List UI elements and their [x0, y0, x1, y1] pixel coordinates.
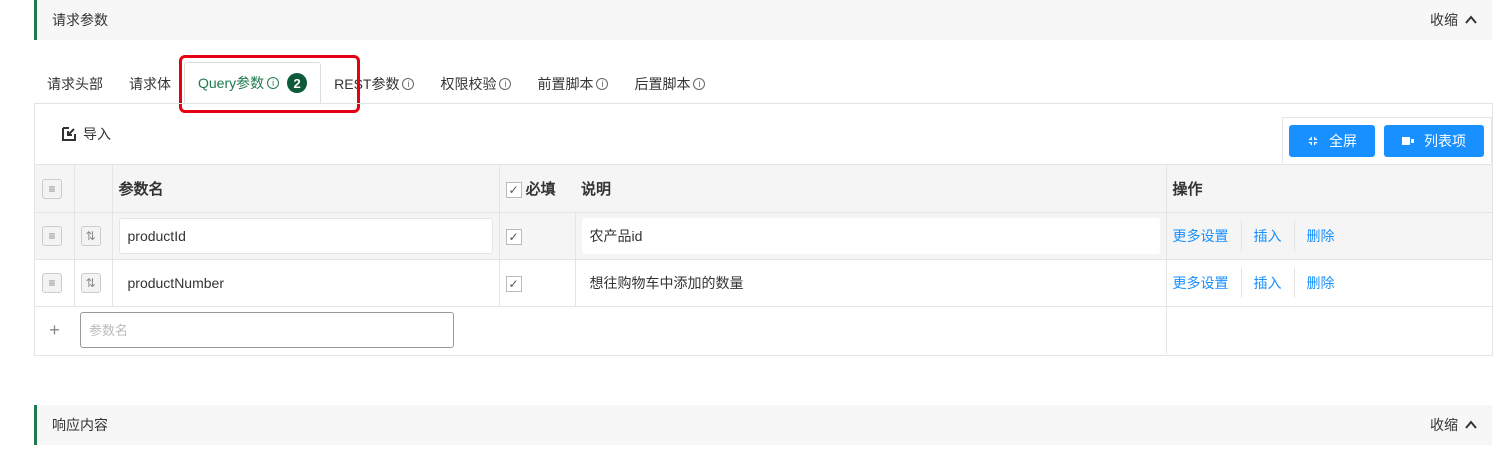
- required-checkbox[interactable]: ✓: [505, 275, 522, 292]
- drag-handle-icon[interactable]: ⇅: [80, 273, 101, 293]
- section-title: 请求参数: [52, 12, 108, 28]
- column-header-description: 说明: [575, 164, 1167, 213]
- tab-label: 请求体: [129, 76, 171, 92]
- param-name-input[interactable]: productId: [118, 218, 493, 254]
- tab-label: 后置脚本: [634, 76, 691, 92]
- insert-link[interactable]: 插入: [1240, 268, 1294, 298]
- actions-cell: 更多设置 插入 删除: [1166, 212, 1492, 260]
- info-icon: i: [499, 78, 512, 90]
- actions-cell: 更多设置 插入 删除: [1166, 259, 1492, 307]
- collapse-label: 收缩: [1430, 12, 1458, 28]
- drag-handle-icon[interactable]: ⇅: [80, 226, 101, 246]
- column-header-required: ✓ 必填: [499, 164, 575, 213]
- row-menu-cell: ≡: [35, 259, 75, 307]
- request-params-header: 请求参数 收缩: [34, 0, 1492, 40]
- column-header-actions: 操作: [1166, 164, 1492, 213]
- description-input[interactable]: 想往购物车中添加的数量: [581, 265, 1160, 301]
- tab-label: 请求头部: [47, 76, 103, 92]
- menu-icon[interactable]: ≡: [42, 178, 62, 199]
- required-cell: ✓: [499, 259, 576, 307]
- drag-column-header: [74, 164, 113, 213]
- collapse-label: 收缩: [1430, 417, 1458, 433]
- info-icon: i: [596, 78, 609, 90]
- import-icon: [62, 127, 76, 141]
- info-icon: i: [402, 78, 415, 90]
- column-header-name: 参数名: [112, 164, 500, 213]
- fullscreen-icon: [1308, 136, 1318, 146]
- collapse-toggle[interactable]: 收缩: [1430, 10, 1478, 30]
- new-param-name-input[interactable]: [80, 312, 454, 349]
- name-cell: productNumber: [112, 259, 500, 307]
- import-label: 导入: [83, 126, 111, 142]
- columns-label: 列表项: [1424, 133, 1466, 149]
- table-row: ≡ ⇅ productId ✓ 农产品id 更多设置 插入 删除: [35, 212, 1492, 260]
- tab-label: 前置脚本: [537, 76, 594, 92]
- param-name-input[interactable]: productNumber: [119, 265, 493, 301]
- required-cell: ✓: [499, 212, 576, 260]
- more-settings-link[interactable]: 更多设置: [1173, 221, 1241, 251]
- required-label: 必填: [525, 181, 556, 198]
- row-menu-cell: ≡: [35, 212, 75, 260]
- new-param-cell: [74, 306, 1167, 354]
- chevron-up-icon: [1465, 420, 1477, 429]
- fullscreen-button[interactable]: 全屏: [1289, 125, 1375, 157]
- tab-pre-script[interactable]: 前置脚本 i: [524, 64, 621, 104]
- drag-cell: ⇅: [74, 212, 113, 260]
- response-content-header: 响应内容 收缩: [34, 405, 1492, 445]
- required-all-checkbox[interactable]: ✓: [505, 182, 522, 199]
- tab-headers[interactable]: 请求头部: [34, 64, 116, 104]
- toolbar: 导入 全屏 列表项: [35, 104, 1492, 164]
- table-row: ≡ ⇅ productNumber ✓ 想往购物车中添加的数量 更多设置 插入 …: [35, 259, 1492, 307]
- delete-link[interactable]: 删除: [1293, 268, 1347, 298]
- more-settings-link[interactable]: 更多设置: [1173, 268, 1241, 298]
- tab-post-script[interactable]: 后置脚本 i: [621, 64, 718, 104]
- description-cell: 农产品id: [575, 212, 1167, 260]
- insert-link[interactable]: 插入: [1240, 221, 1294, 251]
- columns-icon: [1402, 137, 1414, 145]
- table-header-row: ≡ 参数名 ✓ 必填 说明 操作: [35, 164, 1492, 213]
- add-row-icon[interactable]: +: [35, 306, 74, 354]
- chevron-up-icon: [1465, 15, 1477, 24]
- delete-link[interactable]: 删除: [1293, 221, 1347, 251]
- description-cell: 想往购物车中添加的数量: [575, 259, 1167, 307]
- info-icon: i: [693, 78, 706, 90]
- fullscreen-label: 全屏: [1329, 133, 1357, 149]
- name-cell: productId: [112, 212, 500, 260]
- select-all-cell: ≡: [35, 164, 75, 213]
- required-checkbox[interactable]: ✓: [505, 228, 522, 245]
- description-input[interactable]: 农产品id: [581, 218, 1160, 254]
- param-tabs: 请求头部 请求体 Query参数 i 2 REST参数 i 权限校验 i 前置脚本 i…: [34, 62, 718, 104]
- params-table: ≡ 参数名 ✓ 必填 说明 操作 ≡ ⇅ productId ✓ 农产品id 更…: [35, 164, 1492, 354]
- drag-cell: ⇅: [74, 259, 113, 307]
- toolbar-right: 全屏 列表项: [1282, 117, 1492, 163]
- tab-auth[interactable]: 权限校验 i: [427, 64, 524, 104]
- columns-button[interactable]: 列表项: [1384, 125, 1484, 157]
- menu-icon[interactable]: ≡: [42, 273, 62, 293]
- new-row-actions-cell: [1166, 306, 1492, 354]
- section-title: 响应内容: [52, 417, 108, 433]
- import-button[interactable]: 导入: [61, 124, 111, 144]
- tab-label: 权限校验: [440, 76, 497, 92]
- new-row: +: [35, 306, 1492, 354]
- query-params-panel: 导入 全屏 列表项 ≡ 参数名 ✓ 必填 说明 操作 ≡ ⇅ productId…: [34, 103, 1493, 356]
- tab-body[interactable]: 请求体: [116, 64, 184, 104]
- collapse-toggle[interactable]: 收缩: [1430, 415, 1478, 435]
- menu-icon[interactable]: ≡: [42, 226, 62, 246]
